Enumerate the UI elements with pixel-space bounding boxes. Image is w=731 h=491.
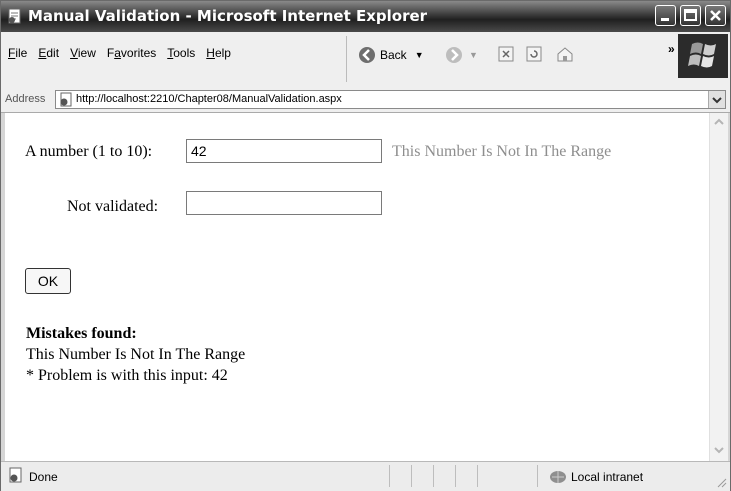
windows-logo [678, 34, 728, 78]
range-validator-message: This Number Is Not In The Range [392, 143, 612, 160]
close-icon [710, 10, 721, 21]
address-label: Address [5, 93, 46, 105]
address-url: http://localhost:2210/Chapter08/ManualVa… [76, 93, 342, 105]
scroll-down-icon[interactable] [712, 443, 726, 457]
menu-tools[interactable]: Tools [167, 46, 195, 60]
stop-icon [498, 46, 514, 62]
status-text: Done [29, 470, 58, 484]
toolbar-separator [346, 36, 347, 82]
forward-arrow-icon [446, 47, 462, 63]
home-icon [557, 47, 573, 62]
window-title: Manual Validation - Microsoft Internet E… [28, 7, 428, 25]
menu-favorites[interactable]: Favorites [107, 46, 156, 60]
back-button[interactable]: Back ▼ [358, 46, 424, 64]
menu-file[interactable]: File [8, 46, 27, 60]
close-button[interactable] [705, 5, 726, 26]
number-label: A number (1 to 10): [25, 143, 153, 160]
menu-help[interactable]: Help [206, 46, 231, 60]
home-button[interactable] [556, 46, 574, 62]
page-done-icon [9, 467, 22, 483]
browser-window: Manual Validation - Microsoft Internet E… [0, 0, 731, 491]
minimize-icon [661, 18, 669, 21]
refresh-button[interactable] [526, 46, 542, 62]
ie-page-icon [8, 8, 21, 24]
title-bar: Manual Validation - Microsoft Internet E… [1, 1, 730, 32]
zone-label: Local intranet [571, 470, 644, 484]
toolbar-overflow-button[interactable]: » [668, 42, 675, 56]
forward-button[interactable]: ▼ [445, 46, 478, 64]
not-validated-input[interactable] [186, 191, 382, 215]
refresh-icon [526, 46, 542, 62]
forward-dropdown-icon[interactable]: ▼ [469, 50, 478, 60]
address-dropdown-button[interactable] [708, 91, 725, 108]
menu-bar: File Edit View Favorites Tools Help [4, 46, 238, 60]
summary-heading: Mistakes found: [26, 325, 137, 342]
status-bar: Done Local intranet [1, 461, 730, 491]
scroll-up-icon[interactable] [712, 115, 726, 129]
ok-button[interactable]: OK [25, 268, 71, 294]
validation-summary: Mistakes found: This Number Is Not In Th… [26, 323, 245, 386]
number-input[interactable] [186, 139, 382, 163]
summary-line: * Problem is with this input: 42 [26, 367, 228, 384]
stop-button[interactable] [498, 46, 514, 62]
not-validated-label: Not validated: [67, 198, 159, 215]
chevron-down-icon [712, 97, 722, 104]
resize-grip-icon[interactable] [715, 476, 727, 488]
summary-line: This Number Is Not In The Range [26, 346, 246, 363]
menu-toolbar-bar: File Edit View Favorites Tools Help Back… [1, 32, 730, 89]
address-input[interactable]: http://localhost:2210/Chapter08/ManualVa… [55, 90, 726, 109]
page-icon [60, 92, 72, 107]
intranet-icon [550, 471, 566, 483]
maximize-icon [684, 9, 697, 21]
back-arrow-icon [359, 47, 375, 63]
security-zone: Local intranet [549, 469, 643, 485]
vertical-scrollbar[interactable] [709, 113, 728, 461]
page-content: A number (1 to 10): This Number Is Not I… [5, 113, 709, 461]
address-bar: Address http://localhost:2210/Chapter08/… [1, 88, 730, 113]
menu-view[interactable]: View [70, 46, 96, 60]
minimize-button[interactable] [655, 5, 676, 26]
windows-flag-icon [688, 42, 716, 68]
maximize-button[interactable] [680, 5, 701, 26]
back-label: Back [380, 48, 407, 62]
back-dropdown-icon[interactable]: ▼ [415, 50, 424, 60]
menu-edit[interactable]: Edit [38, 46, 59, 60]
